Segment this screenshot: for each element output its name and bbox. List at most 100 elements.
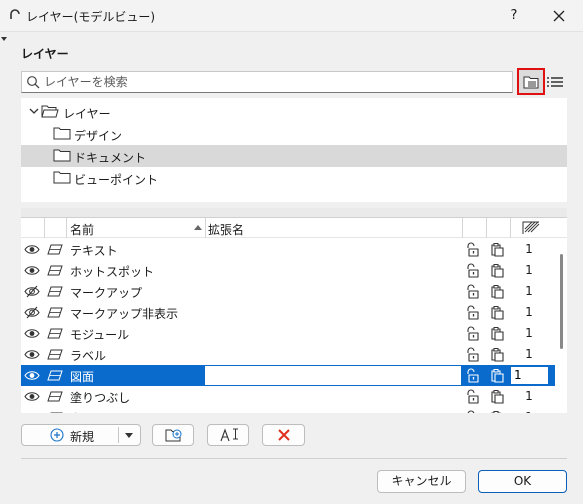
lock-icon[interactable]: [465, 305, 480, 320]
table-row[interactable]: モジュール 1: [21, 323, 555, 344]
search-input[interactable]: [44, 73, 504, 91]
paste-icon[interactable]: [490, 347, 505, 362]
pen-number: 1: [525, 263, 533, 277]
layer-name: ホットスポット: [70, 265, 155, 279]
text-cursor-icon: [220, 428, 238, 442]
layer-name: マークアップ: [70, 286, 143, 300]
lock-icon[interactable]: [465, 389, 480, 404]
table-row[interactable]: 図面 1: [21, 365, 555, 386]
wireframe-icon[interactable]: [47, 265, 63, 276]
wireframe-icon[interactable]: [47, 307, 63, 318]
pen-number: 1: [525, 326, 533, 340]
button-separator: [118, 427, 119, 443]
wireframe-icon[interactable]: [47, 286, 63, 297]
folder-view-button[interactable]: [517, 68, 545, 95]
help-button[interactable]: ?: [500, 4, 528, 28]
chevron-down-icon[interactable]: [125, 433, 133, 438]
paste-icon[interactable]: [490, 242, 505, 257]
lock-icon[interactable]: [465, 347, 480, 362]
layer-name: ラベル: [70, 349, 107, 363]
new-layer-button[interactable]: 新規: [21, 424, 141, 446]
collapse-marker: [1, 37, 7, 41]
paste-icon[interactable]: [490, 263, 505, 278]
delete-button[interactable]: [262, 424, 305, 446]
wireframe-icon[interactable]: [47, 244, 63, 255]
eye-off-icon[interactable]: [24, 306, 40, 319]
tree-item-document[interactable]: ドキュメント: [21, 145, 567, 167]
eye-icon[interactable]: [24, 264, 40, 277]
pen-number: 1: [525, 284, 533, 298]
wireframe-icon[interactable]: [47, 328, 63, 339]
cancel-button[interactable]: キャンセル: [377, 470, 466, 493]
pen-number: 1: [525, 242, 533, 256]
wireframe-icon[interactable]: [47, 391, 63, 402]
lock-icon[interactable]: [465, 326, 480, 341]
add-circle-icon: [50, 428, 64, 442]
lock-icon[interactable]: [465, 284, 480, 299]
paste-icon[interactable]: [490, 284, 505, 299]
table-row[interactable]: テキスト 1: [21, 239, 555, 260]
footer-divider: [21, 458, 567, 459]
paste-icon[interactable]: [490, 389, 505, 404]
tree-item-root[interactable]: レイヤー: [21, 101, 567, 123]
eye-icon[interactable]: [24, 327, 40, 340]
search-box[interactable]: [21, 71, 513, 93]
column-pen-header[interactable]: [511, 218, 557, 238]
table-row[interactable]: 塗りつぶし 1: [21, 386, 555, 407]
new-folder-button[interactable]: [152, 424, 194, 446]
scroll-thumb[interactable]: [560, 254, 563, 349]
pen-number: 1: [514, 368, 522, 382]
lock-icon[interactable]: [465, 368, 480, 383]
wireframe-icon[interactable]: [47, 370, 63, 381]
app-icon: [10, 9, 20, 19]
paste-icon[interactable]: [490, 410, 505, 413]
column-paste[interactable]: [487, 218, 511, 238]
layer-name: テキスト: [70, 244, 118, 258]
paste-icon[interactable]: [490, 368, 505, 383]
lock-icon[interactable]: [465, 410, 480, 413]
lock-icon[interactable]: [465, 263, 480, 278]
extension-field[interactable]: [205, 366, 461, 385]
table-row[interactable]: マークアップ非表示 1: [21, 302, 555, 323]
tree-item-design[interactable]: デザイン: [21, 123, 567, 145]
eye-icon[interactable]: [24, 369, 40, 382]
eye-icon[interactable]: [24, 390, 40, 403]
table-row[interactable]: ホットスポット 1: [21, 260, 555, 281]
folder-tree: レイヤー デザイン ドキュメント ビューポイント: [21, 98, 567, 202]
lock-icon[interactable]: [465, 242, 480, 257]
section-title: レイヤー: [21, 47, 69, 61]
delete-icon: [278, 429, 290, 441]
layer-name: 図面: [70, 370, 95, 384]
column-lock[interactable]: [463, 218, 487, 238]
column-name-header[interactable]: 名前: [67, 218, 206, 238]
eye-off-icon[interactable]: [24, 285, 40, 298]
list-view-button[interactable]: [546, 73, 564, 91]
eye-icon[interactable]: [24, 243, 40, 256]
sort-ascending-icon: [194, 225, 202, 230]
table-row[interactable]: マークアップ 1: [21, 281, 555, 302]
ok-button[interactable]: OK: [478, 470, 567, 493]
folder-list-icon: [523, 76, 539, 89]
column-extension-header[interactable]: 拡張名: [206, 218, 463, 238]
column-wireframe[interactable]: [45, 218, 67, 238]
tree-item-label: レイヤー: [63, 107, 111, 121]
wireframe-icon[interactable]: [47, 349, 63, 360]
table-row[interactable]: ラベル 1: [21, 344, 555, 365]
column-extension-label: 拡張名: [208, 223, 245, 237]
tree-item-label: ドキュメント: [74, 151, 147, 165]
pen-number: 1: [525, 347, 533, 361]
vertical-scrollbar[interactable]: [557, 238, 567, 413]
column-visibility[interactable]: [21, 218, 45, 238]
wireframe-icon[interactable]: [47, 412, 63, 413]
paste-icon[interactable]: [490, 305, 505, 320]
layer-name: モジュール: [70, 328, 130, 342]
tree-item-viewpoint[interactable]: ビューポイント: [21, 167, 567, 189]
close-button[interactable]: [544, 4, 574, 28]
eye-icon[interactable]: [24, 348, 40, 361]
rename-button[interactable]: [207, 424, 249, 446]
paste-icon[interactable]: [490, 326, 505, 341]
table-row[interactable]: 変更 1: [21, 407, 555, 413]
chevron-down-icon[interactable]: [29, 106, 39, 116]
hatch-icon: [522, 221, 540, 234]
eye-icon[interactable]: [24, 411, 40, 413]
